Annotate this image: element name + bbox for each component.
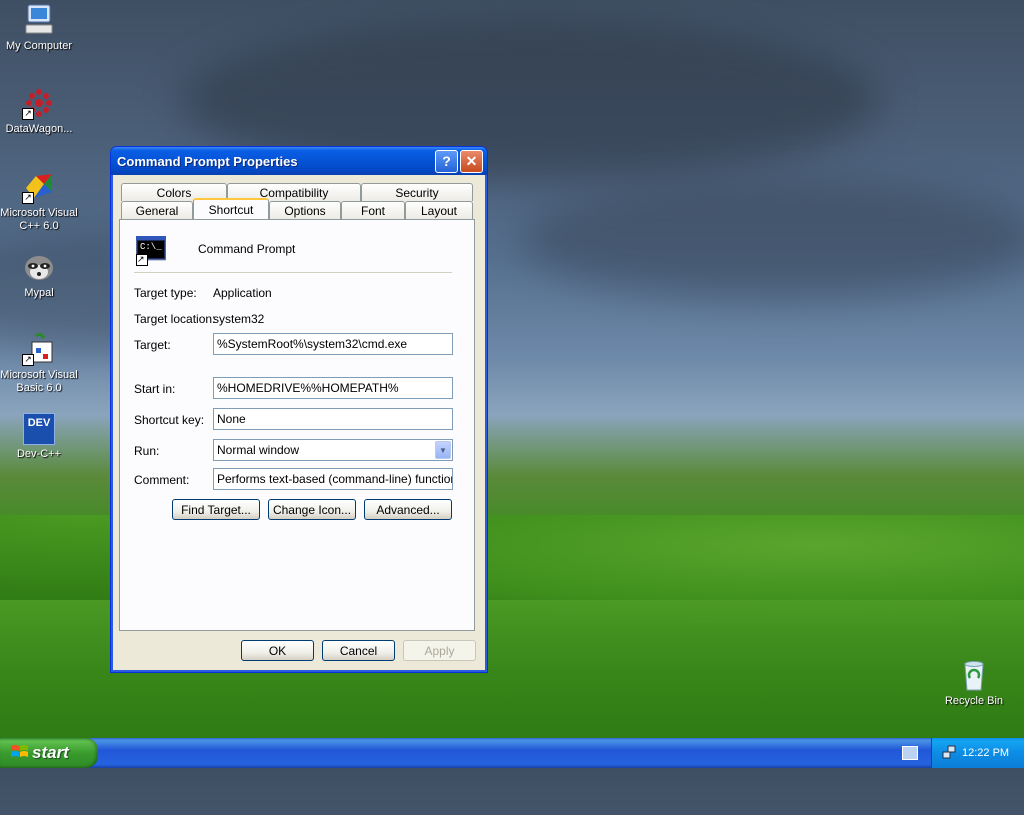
desktop-icon-my-computer[interactable]: My Computer bbox=[0, 3, 78, 53]
desktop-icon-recycle-bin[interactable]: Recycle Bin bbox=[935, 658, 1013, 708]
shortcut-panel: C:\_ ↗ Command Prompt Target type: Appli… bbox=[119, 219, 475, 631]
tab-options[interactable]: Options bbox=[269, 201, 341, 219]
visual-basic-icon: ↗ bbox=[22, 332, 56, 366]
tab-row-back: Colors Compatibility Security bbox=[121, 183, 473, 201]
recycle-bin-icon bbox=[957, 658, 991, 692]
datawagon-icon: ↗ bbox=[22, 86, 56, 120]
target-type-value: Application bbox=[213, 286, 272, 300]
start-label: start bbox=[32, 743, 69, 762]
dialog-title: Command Prompt Properties bbox=[117, 153, 298, 169]
close-button[interactable]: ✕ bbox=[460, 149, 483, 173]
tab-row-front: General Shortcut Options Font Layout bbox=[121, 198, 473, 219]
desktop-icon-mypal[interactable]: Mypal bbox=[0, 250, 78, 300]
desktop-icon-label: Microsoft Visual Basic 6.0 bbox=[0, 369, 78, 394]
chevron-down-icon[interactable]: ▼ bbox=[435, 441, 451, 459]
dialog-titlebar[interactable]: Command Prompt Properties ? ✕ bbox=[111, 147, 487, 175]
desktop-icon-dev-cpp[interactable]: DEV Dev-C++ bbox=[0, 413, 78, 461]
dev-cpp-icon: DEV bbox=[23, 413, 55, 445]
desktop-icon-datawagon[interactable]: ↗ DataWagon... bbox=[0, 86, 78, 136]
ok-button[interactable]: OK bbox=[241, 640, 314, 661]
separator bbox=[134, 272, 452, 274]
target-input[interactable]: %SystemRoot%\system32\cmd.exe bbox=[213, 333, 453, 355]
command-prompt-icon-text: C:\_ bbox=[140, 242, 162, 252]
mypal-raccoon-icon bbox=[22, 250, 56, 284]
comment-input[interactable]: Performs text-based (command-line) funct… bbox=[213, 468, 453, 490]
comment-label: Comment: bbox=[134, 473, 190, 487]
taskbar: start 12:22 PM bbox=[0, 738, 1024, 768]
run-select-value: Normal window bbox=[217, 443, 300, 457]
desktop-icon-label: Mypal bbox=[24, 287, 54, 299]
network-icon[interactable] bbox=[942, 745, 956, 762]
desktop-icon-label: DataWagon... bbox=[5, 123, 73, 135]
target-location-value: system32 bbox=[213, 312, 265, 326]
desktop-icon-label: Dev-C++ bbox=[16, 448, 62, 460]
shortcut-key-input[interactable]: None bbox=[213, 408, 453, 430]
tab-security[interactable]: Security bbox=[361, 183, 473, 201]
shortcut-key-label: Shortcut key: bbox=[134, 413, 205, 427]
clock[interactable]: 12:22 PM bbox=[962, 747, 1009, 759]
command-prompt-icon: C:\_ ↗ bbox=[135, 235, 167, 266]
shortcut-arrow-icon: ↗ bbox=[22, 354, 34, 366]
tab-layout[interactable]: Layout bbox=[405, 201, 473, 219]
advanced-button[interactable]: Advanced... bbox=[364, 499, 452, 520]
start-in-input[interactable]: %HOMEDRIVE%%HOMEPATH% bbox=[213, 377, 453, 399]
tab-shortcut[interactable]: Shortcut bbox=[193, 198, 269, 219]
system-tray: 12:22 PM bbox=[931, 738, 1024, 768]
properties-dialog: Command Prompt Properties ? ✕ Colors Com… bbox=[110, 146, 488, 673]
help-button[interactable]: ? bbox=[435, 149, 458, 173]
visual-cpp-icon: ↗ bbox=[22, 170, 56, 204]
target-location-label: Target location: bbox=[134, 312, 216, 326]
desktop-icon-label: Microsoft Visual C++ 6.0 bbox=[0, 207, 78, 232]
change-icon-button[interactable]: Change Icon... bbox=[268, 499, 356, 520]
shortcut-arrow-icon: ↗ bbox=[136, 254, 148, 266]
keyboard-icon[interactable] bbox=[902, 746, 918, 760]
apply-button[interactable]: Apply bbox=[403, 640, 476, 661]
desktop-icon-visual-basic[interactable]: ↗ Microsoft Visual Basic 6.0 bbox=[0, 332, 78, 395]
shortcut-arrow-icon: ↗ bbox=[22, 108, 34, 120]
run-label: Run: bbox=[134, 444, 160, 458]
close-icon: ✕ bbox=[465, 152, 478, 169]
target-label: Target: bbox=[134, 338, 171, 352]
windows-logo-icon bbox=[10, 743, 28, 764]
start-button[interactable]: start bbox=[0, 738, 98, 768]
target-type-label: Target type: bbox=[134, 286, 197, 300]
my-computer-icon bbox=[22, 3, 56, 37]
desktop-icon-visual-cpp[interactable]: ↗ Microsoft Visual C++ 6.0 bbox=[0, 170, 78, 233]
shortcut-name: Command Prompt bbox=[198, 242, 296, 256]
shortcut-arrow-icon: ↗ bbox=[22, 192, 34, 204]
help-icon: ? bbox=[442, 153, 451, 169]
start-in-label: Start in: bbox=[134, 382, 176, 396]
desktop-icon-label: Recycle Bin bbox=[944, 695, 1004, 707]
tab-general[interactable]: General bbox=[121, 201, 193, 219]
find-target-button[interactable]: Find Target... bbox=[172, 499, 260, 520]
tab-font[interactable]: Font bbox=[341, 201, 405, 219]
cancel-button[interactable]: Cancel bbox=[322, 640, 395, 661]
dev-cpp-icon-text: DEV bbox=[27, 417, 51, 429]
run-select[interactable]: Normal window ▼ bbox=[213, 439, 453, 461]
desktop-icon-label: My Computer bbox=[5, 40, 73, 52]
